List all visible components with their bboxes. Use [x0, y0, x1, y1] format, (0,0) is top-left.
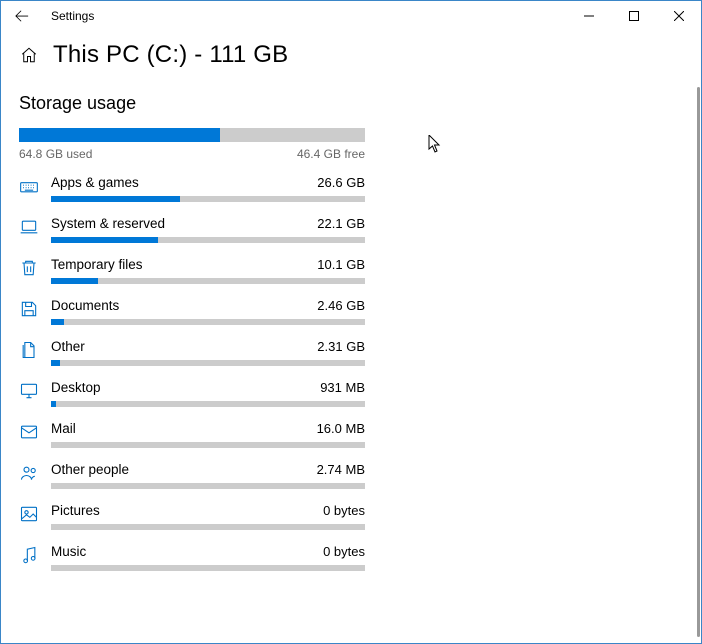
category-bar — [51, 442, 365, 448]
maximize-icon — [629, 11, 639, 21]
category-bar — [51, 565, 365, 571]
category-label: Music — [51, 544, 86, 559]
category-size: 26.6 GB — [317, 175, 365, 190]
category-size: 2.46 GB — [317, 298, 365, 313]
category-body: Music 0 bytes — [51, 544, 381, 571]
category-fill — [51, 360, 60, 366]
category-bar — [51, 401, 365, 407]
category-body: Other people 2.74 MB — [51, 462, 381, 489]
section-title: Storage usage — [19, 93, 381, 114]
category-bar — [51, 319, 365, 325]
music-icon — [19, 545, 39, 565]
minimize-icon — [584, 11, 594, 21]
category-size: 0 bytes — [323, 544, 365, 559]
category-row[interactable]: Documents 2.46 GB — [19, 298, 381, 325]
used-label: 64.8 GB used — [19, 147, 92, 161]
category-bar — [51, 237, 365, 243]
category-body: Temporary files 10.1 GB — [51, 257, 381, 284]
category-body: Desktop 931 MB — [51, 380, 381, 407]
category-row[interactable]: Other people 2.74 MB — [19, 462, 381, 489]
minimize-button[interactable] — [566, 1, 611, 31]
total-usage-fill — [19, 128, 220, 142]
category-label: Apps & games — [51, 175, 139, 190]
home-icon — [20, 46, 38, 64]
category-row[interactable]: Desktop 931 MB — [19, 380, 381, 407]
category-fill — [51, 401, 56, 407]
category-size: 22.1 GB — [317, 216, 365, 231]
page-icon — [19, 340, 39, 360]
back-button[interactable] — [7, 1, 37, 31]
scrollbar[interactable] — [697, 87, 700, 637]
category-fill — [51, 237, 158, 243]
home-button[interactable] — [19, 45, 39, 65]
category-row[interactable]: Apps & games 26.6 GB — [19, 175, 381, 202]
category-label: Documents — [51, 298, 119, 313]
maximize-button[interactable] — [611, 1, 656, 31]
category-body: Other 2.31 GB — [51, 339, 381, 366]
total-usage-bar — [19, 128, 365, 142]
content: Storage usage 64.8 GB used 46.4 GB free … — [1, 93, 381, 571]
close-icon — [674, 11, 684, 21]
category-fill — [51, 278, 98, 284]
category-row[interactable]: Mail 16.0 MB — [19, 421, 381, 448]
category-label: System & reserved — [51, 216, 165, 231]
category-size: 0 bytes — [323, 503, 365, 518]
category-size: 2.31 GB — [317, 339, 365, 354]
titlebar: Settings — [1, 1, 701, 31]
picture-icon — [19, 504, 39, 524]
category-row[interactable]: Pictures 0 bytes — [19, 503, 381, 530]
arrow-left-icon — [15, 9, 29, 23]
category-size: 2.74 MB — [317, 462, 365, 477]
category-row[interactable]: Temporary files 10.1 GB — [19, 257, 381, 284]
category-body: Mail 16.0 MB — [51, 421, 381, 448]
category-body: Documents 2.46 GB — [51, 298, 381, 325]
category-row[interactable]: Music 0 bytes — [19, 544, 381, 571]
category-bar — [51, 278, 365, 284]
app-name: Settings — [51, 9, 94, 23]
page-title: This PC (C:) - 111 GB — [53, 41, 288, 69]
usage-labels: 64.8 GB used 46.4 GB free — [19, 147, 365, 161]
category-size: 10.1 GB — [317, 257, 365, 272]
close-button[interactable] — [656, 1, 701, 31]
monitor-icon — [19, 381, 39, 401]
mail-icon — [19, 422, 39, 442]
category-label: Desktop — [51, 380, 101, 395]
laptop-icon — [19, 217, 39, 237]
category-row[interactable]: System & reserved 22.1 GB — [19, 216, 381, 243]
category-size: 16.0 MB — [317, 421, 365, 436]
save-icon — [19, 299, 39, 319]
window-controls — [566, 1, 701, 31]
people-icon — [19, 463, 39, 483]
category-body: Pictures 0 bytes — [51, 503, 381, 530]
category-bar — [51, 524, 365, 530]
category-bar — [51, 196, 365, 202]
cursor-icon — [428, 135, 442, 153]
free-label: 46.4 GB free — [297, 147, 365, 161]
keyboard-icon — [19, 176, 39, 196]
category-list: Apps & games 26.6 GB System & reserved 22.1… — [19, 175, 381, 571]
category-label: Other — [51, 339, 85, 354]
category-label: Other people — [51, 462, 129, 477]
page-header: This PC (C:) - 111 GB — [1, 31, 701, 83]
category-fill — [51, 196, 180, 202]
category-label: Pictures — [51, 503, 100, 518]
category-body: Apps & games 26.6 GB — [51, 175, 381, 202]
category-row[interactable]: Other 2.31 GB — [19, 339, 381, 366]
category-label: Mail — [51, 421, 76, 436]
category-label: Temporary files — [51, 257, 143, 272]
category-bar — [51, 360, 365, 366]
trash-icon — [19, 258, 39, 278]
category-bar — [51, 483, 365, 489]
category-body: System & reserved 22.1 GB — [51, 216, 381, 243]
category-size: 931 MB — [320, 380, 365, 395]
category-fill — [51, 319, 64, 325]
